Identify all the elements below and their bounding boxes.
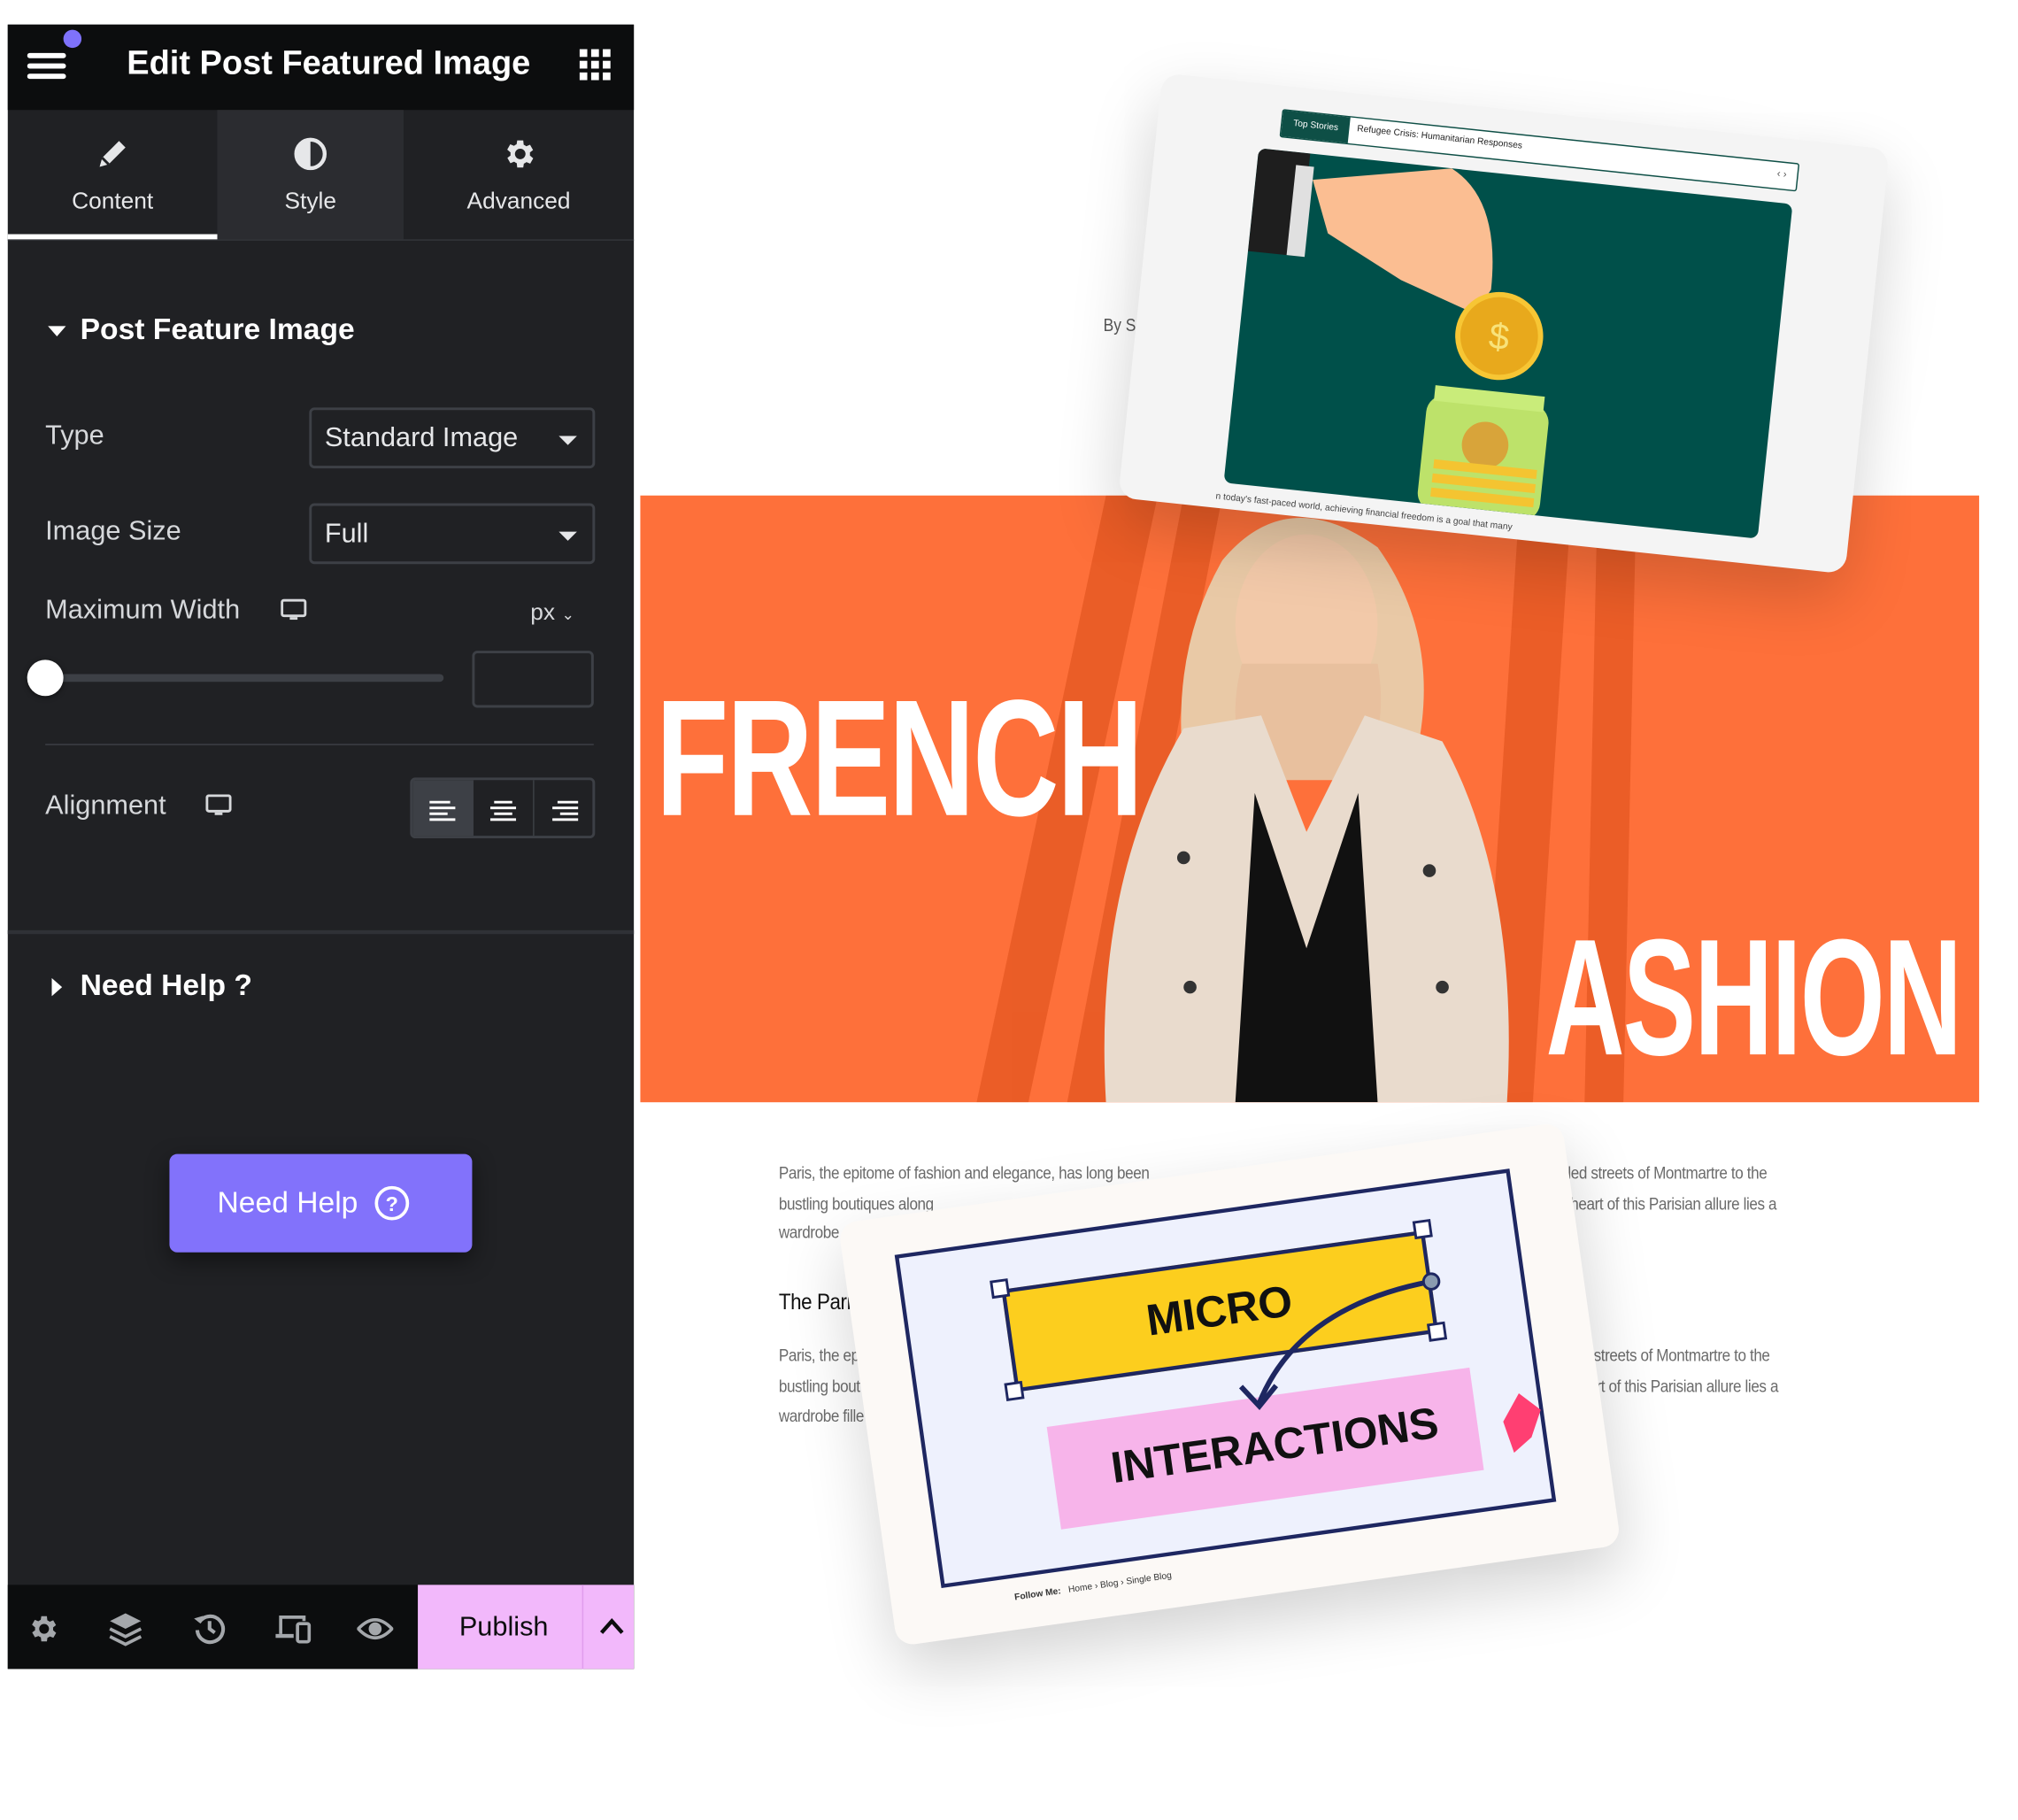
alignment-label: Alignment xyxy=(45,790,166,821)
gear-icon[interactable] xyxy=(26,1612,59,1646)
article-line: wardrobe xyxy=(778,1222,840,1243)
unit-select[interactable]: px ⌄ xyxy=(530,599,574,627)
chevron-up-icon[interactable] xyxy=(599,1617,625,1635)
divider xyxy=(582,1585,584,1670)
article-line: streets of Montmartre to the xyxy=(1593,1345,1770,1365)
grid-icon[interactable] xyxy=(579,49,611,87)
article-line: rt of this Parisian allure lies a xyxy=(1596,1377,1779,1396)
breadcrumb-current: Single Blog xyxy=(1125,1571,1173,1587)
type-label: Type xyxy=(45,420,104,451)
caret-down-icon xyxy=(558,436,577,445)
layers-icon[interactable] xyxy=(107,1611,143,1647)
responsive-icon[interactable] xyxy=(275,1613,312,1644)
ticker-label: Top Stories xyxy=(1281,110,1351,143)
align-center-button[interactable] xyxy=(474,780,535,837)
micro-interactions-card: MICRO INTERACTIONS Follow Me: Home › Blo… xyxy=(837,1122,1621,1647)
eye-icon[interactable] xyxy=(357,1616,394,1641)
editor-panel: Edit Post Featured Image Content Style A… xyxy=(7,24,635,1670)
article-line: heart of this Parisian allure lies a xyxy=(1570,1193,1777,1214)
align-left-icon xyxy=(429,799,456,821)
half-circle-icon xyxy=(294,137,327,171)
caret-down-icon xyxy=(558,531,577,541)
gear-icon xyxy=(507,140,534,168)
article-line: bustling bout xyxy=(778,1377,860,1396)
max-width-slider[interactable] xyxy=(45,674,444,682)
max-width-input[interactable] xyxy=(472,651,594,708)
slider-handle[interactable] xyxy=(27,659,64,697)
image-size-label: Image Size xyxy=(45,516,181,546)
coin-jar-illustration: $ xyxy=(1248,148,1549,521)
desktop-icon[interactable] xyxy=(281,598,307,622)
pencil-icon xyxy=(99,141,126,167)
hero-banner: FRENCH ASHION xyxy=(640,495,1980,1103)
panel-header: Edit Post Featured Image xyxy=(7,24,635,111)
top-stories-card: Top Stories Refugee Crisis: Humanitarian… xyxy=(1118,73,1890,575)
image-size-select[interactable]: Full xyxy=(309,503,596,565)
footer-bar: Publish xyxy=(7,1585,635,1670)
need-help-button[interactable]: Need Help ? xyxy=(169,1153,473,1253)
hero-word-fashion: ASHION xyxy=(1545,906,1962,1091)
align-center-icon xyxy=(489,799,517,821)
hamburger-icon[interactable] xyxy=(27,50,66,88)
history-icon[interactable] xyxy=(193,1612,227,1646)
align-left-button[interactable] xyxy=(412,780,474,837)
desktop-icon[interactable] xyxy=(205,794,232,817)
article-line: led streets of Montmartre to the xyxy=(1567,1162,1768,1183)
article-line: Paris, the ep xyxy=(778,1345,859,1365)
breadcrumb-blog[interactable]: Blog xyxy=(1100,1579,1120,1591)
panel-title: Edit Post Featured Image xyxy=(127,42,531,82)
caret-down-icon xyxy=(48,326,66,336)
align-right-icon xyxy=(551,799,578,821)
tab-style[interactable]: Style xyxy=(217,110,404,240)
panel-tabs: Content Style Advanced xyxy=(7,110,635,241)
article-line: Paris, the epitome of fashion and elegan… xyxy=(778,1162,1150,1183)
featured-illustration: $ xyxy=(1223,148,1793,539)
question-circle-icon: ? xyxy=(374,1185,410,1221)
tab-content[interactable]: Content xyxy=(7,110,218,240)
arrow-icon xyxy=(990,1218,1541,1454)
ticker-headline: Refugee Crisis: Humanitarian Responses xyxy=(1356,124,1523,151)
tab-advanced[interactable]: Advanced xyxy=(404,110,634,239)
alignment-group xyxy=(410,777,596,839)
ticker-nav[interactable]: ‹ › xyxy=(1776,167,1787,180)
svg-text:?: ? xyxy=(386,1192,398,1215)
publish-button[interactable]: Publish xyxy=(418,1585,635,1670)
notification-dot xyxy=(63,29,82,49)
article-line: wardrobe fille xyxy=(778,1406,865,1426)
article-line: bustling boutiques along xyxy=(778,1193,934,1214)
chevron-down-icon: ⌄ xyxy=(561,605,575,624)
section-divider xyxy=(7,929,635,935)
model-photo xyxy=(1104,517,1509,1103)
micro-interactions-graphic: MICRO INTERACTIONS xyxy=(894,1168,1557,1589)
align-right-button[interactable] xyxy=(535,780,593,836)
breadcrumb-home[interactable]: Home xyxy=(1067,1583,1092,1595)
type-select[interactable]: Standard Image xyxy=(309,407,596,469)
max-width-label: Maximum Width xyxy=(45,595,241,625)
caret-right-icon xyxy=(51,977,63,997)
